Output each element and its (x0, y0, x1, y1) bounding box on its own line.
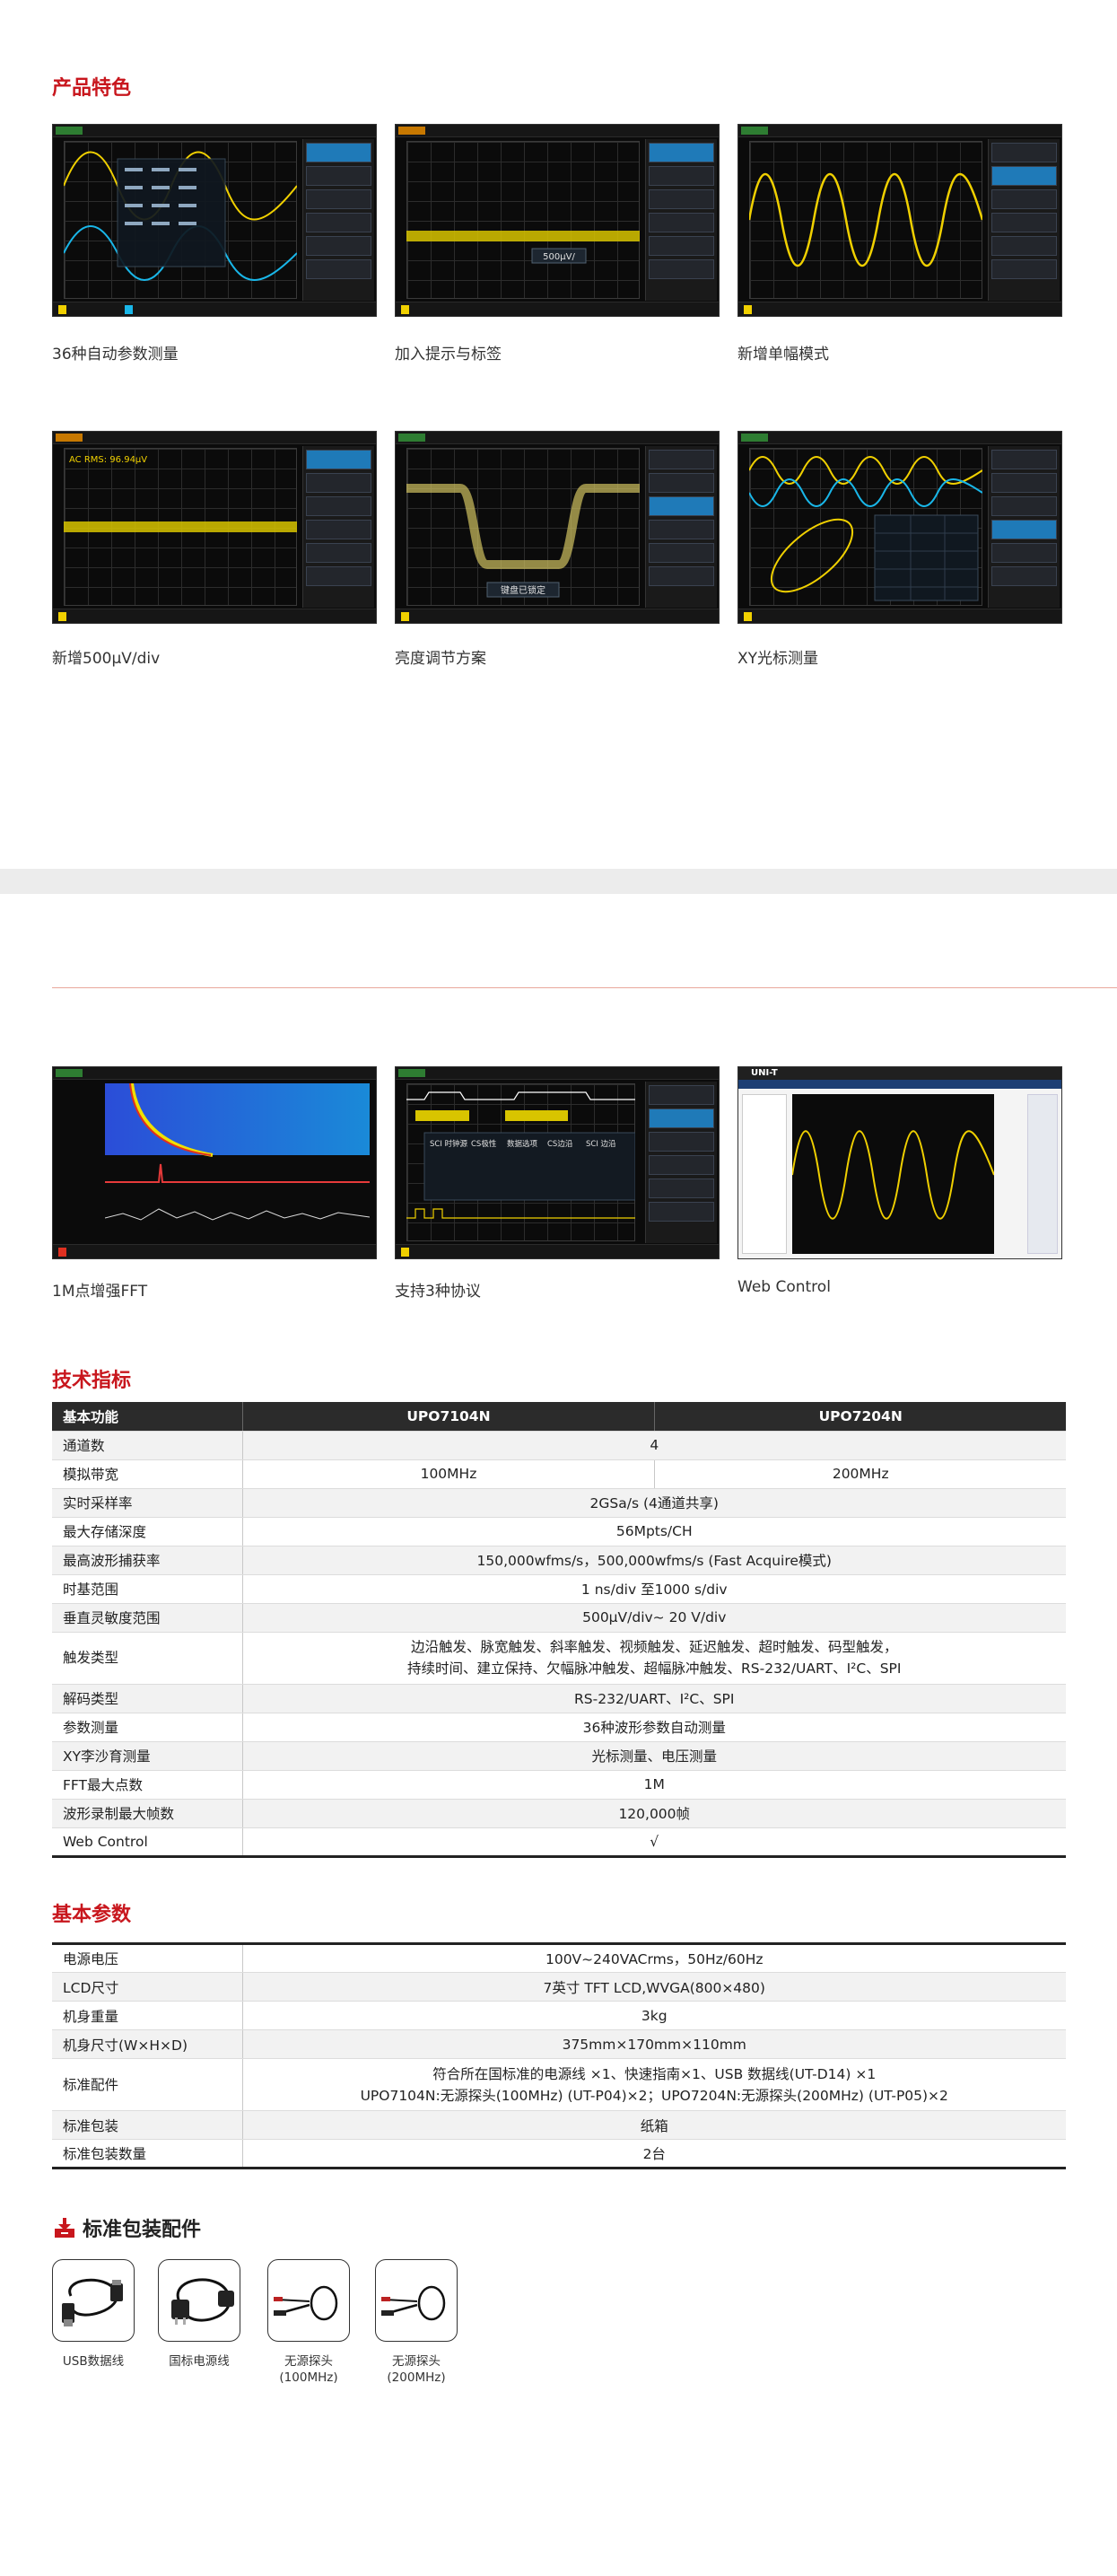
package-item-usb: USB数据线 (62, 2354, 125, 2369)
power-cord-icon (158, 2259, 240, 2342)
protocol-label-4: SCI 边沿 (586, 1139, 616, 1149)
table-row: 标准包装 纸箱 (52, 2110, 1066, 2140)
caption-auto-measure: 36种自动参数测量 (52, 346, 179, 364)
caption-tips-labels: 加入提示与标签 (395, 346, 502, 364)
table-row: 模拟带宽 100MHz 200MHz (52, 1459, 1066, 1489)
table-row: 时基范围 1 ns/div 至1000 s/div (52, 1574, 1066, 1604)
probe-icon (267, 2259, 350, 2342)
screenshot-fft (52, 1066, 377, 1259)
specs-header-feature: 基本功能 (52, 1402, 243, 1432)
accent-divider-line (52, 987, 1117, 988)
basic-title: 基本参数 (52, 1904, 132, 1926)
table-row: XY李沙育测量 光标测量、电压测量 (52, 1741, 1066, 1771)
screenshot-500uv: AC RMS: 96.94μV (52, 431, 377, 624)
specs-header-model-2: UPO7204N (654, 1402, 1066, 1432)
key-lock-text: 键盘已锁定 (501, 584, 545, 596)
specs-title: 技术指标 (52, 1370, 132, 1392)
brand-logo: UNI-T (751, 1068, 778, 1078)
download-box-icon (55, 2218, 74, 2238)
screenshot-brightness: 键盘已锁定 (395, 431, 720, 624)
screenshot-xy-cursor (737, 431, 1062, 624)
table-row: FFT最大点数 1M (52, 1770, 1066, 1800)
specs-header-model-1: UPO7104N (242, 1402, 656, 1432)
usb-cable-icon (52, 2259, 135, 2342)
table-row: 标准包装数量 2台 (52, 2139, 1066, 2169)
package-item-probe-200: 无源探头 (200MHz) (387, 2354, 446, 2385)
caption-500uv: 新增500μV/div (52, 650, 161, 668)
table-row: 参数测量 36种波形参数自动测量 (52, 1713, 1066, 1742)
caption-brightness: 亮度调节方案 (395, 650, 486, 668)
specs-header-row: 基本功能 UPO7104N UPO7204N (52, 1402, 1066, 1432)
protocol-label-1: CS极性 (471, 1139, 497, 1149)
protocol-label-2: 数据选项 (507, 1139, 538, 1149)
table-row: 实时采样率 2GSa/s (4通道共享) (52, 1488, 1066, 1518)
ac-rms-text: AC RMS: 96.94μV (69, 455, 147, 465)
screenshot-web-control: UNI-T (737, 1066, 1062, 1259)
basic-table: 电源电压 100V~240VACrms，50Hz/60Hz LCD尺寸 7英寸 TF… (52, 1942, 1066, 2169)
features-title: 产品特色 (52, 77, 132, 100)
screenshot-single-mode (737, 124, 1062, 317)
screenshot-auto-measure (52, 124, 377, 317)
table-row: 垂直灵敏度范围 500μV/div~ 20 V/div (52, 1603, 1066, 1633)
caption-fft: 1M点增强FFT (52, 1283, 148, 1301)
protocol-label-3: CS边沿 (547, 1139, 573, 1149)
package-title: 标准包装配件 (83, 2219, 202, 2241)
tip-500uv-text: 500μV/ (543, 252, 575, 262)
table-row: 电源电压 100V~240VACrms，50Hz/60Hz (52, 1942, 1066, 1973)
caption-protocols: 支持3种协议 (395, 1283, 481, 1301)
package-item-probe-100: 无源探头 (100MHz) (279, 2354, 338, 2385)
protocol-label-0: SCI 时钟源 (430, 1139, 468, 1149)
table-row: 最高波形捕获率 150,000wfms/s，500,000wfms/s (Fast… (52, 1546, 1066, 1575)
table-row: 通道数 4 (52, 1431, 1066, 1460)
table-row: 波形录制最大帧数 120,000帧 (52, 1799, 1066, 1828)
table-row: 触发类型 边沿触发、脉宽触发、斜率触发、视频触发、延迟触发、超时触发、码型触发，持… (52, 1632, 1066, 1685)
specs-table: 基本功能 UPO7104N UPO7204N 通道数 4 模拟带宽 100MHz 20… (52, 1402, 1066, 1858)
probe-icon (375, 2259, 458, 2342)
table-row: Web Control √ (52, 1827, 1066, 1858)
section-divider (0, 869, 1117, 894)
caption-single-mode: 新增单幅模式 (737, 346, 829, 364)
caption-xy-cursor: XY光标测量 (737, 650, 819, 668)
table-row: 机身尺寸(W×H×D) 375mm×170mm×110mm (52, 2029, 1066, 2059)
table-row: LCD尺寸 7英寸 TFT LCD,WVGA(800×480) (52, 1972, 1066, 2002)
screenshot-tips-labels: 500μV/ (395, 124, 720, 317)
screenshot-protocols: SCI 时钟源 CS极性 数据选项 CS边沿 SCI 边沿 (395, 1066, 720, 1259)
table-row: 机身重量 3kg (52, 2001, 1066, 2030)
package-item-power: 国标电源线 (169, 2354, 230, 2369)
table-row: 解码类型 RS-232/UART、I²C、SPI (52, 1684, 1066, 1713)
table-row: 最大存储深度 56Mpts/CH (52, 1517, 1066, 1546)
table-row: 标准配件 符合所在国标准的电源线 ×1、快速指南×1、USB 数据线(UT-D14… (52, 2058, 1066, 2111)
caption-web-control: Web Control (737, 1278, 831, 1296)
